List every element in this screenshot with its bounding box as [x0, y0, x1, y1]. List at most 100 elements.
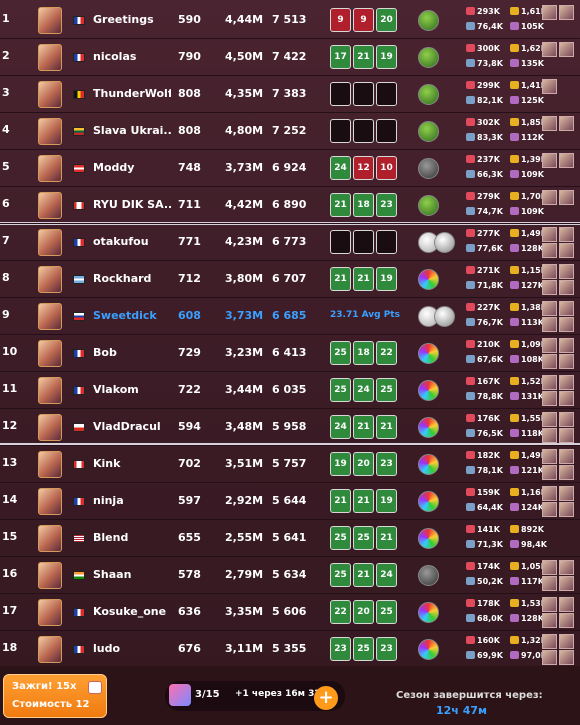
gem-icon: [466, 244, 475, 252]
card-stack[interactable]: [542, 412, 580, 444]
avatar[interactable]: [38, 562, 62, 589]
heart-icon: [466, 525, 475, 533]
player-stat: 82,1K: [466, 96, 503, 105]
player-name[interactable]: Blend: [93, 531, 171, 544]
card-stack[interactable]: [542, 5, 580, 37]
player-name[interactable]: RYU DIK SA...: [93, 198, 171, 211]
avatar[interactable]: [38, 118, 62, 145]
avatar[interactable]: [38, 340, 62, 367]
stat-value: 892K: [521, 525, 544, 534]
card-stack[interactable]: [542, 375, 580, 407]
leaderboard-row[interactable]: 14 ninja 597 2,92M 5 644 21 21 19 159K 1,16M 64,4K…: [0, 483, 580, 520]
leaderboard-row[interactable]: 12 VladDracul 594 3,48M 5 958 24 21 21 176K 1,55M…: [0, 409, 580, 446]
leaderboard-row[interactable]: 2 nicolas 790 4,50M 7 422 17 21 19 300K 1,62M 73,8…: [0, 39, 580, 76]
leaderboard-row[interactable]: 16 Shaan 578 2,79M 5 634 25 21 24 174K 1,05M 50,2K…: [0, 557, 580, 594]
avatar[interactable]: [38, 636, 62, 663]
card-thumbnail: [542, 613, 557, 628]
player-name[interactable]: Greetings: [93, 13, 171, 26]
card-stack[interactable]: [542, 560, 580, 592]
player-name[interactable]: ludo: [93, 642, 171, 655]
stat-value: 76,7K: [477, 318, 503, 327]
crown-icon: [510, 414, 519, 422]
add-energy-button[interactable]: +: [314, 686, 338, 710]
player-name[interactable]: Kink: [93, 457, 171, 470]
player-name[interactable]: Shaan: [93, 568, 171, 581]
card-stack[interactable]: [542, 486, 580, 518]
gem-icon: [466, 133, 475, 141]
avatar[interactable]: [38, 525, 62, 552]
player-stat: 118K: [510, 429, 544, 438]
leaderboard-row[interactable]: 4 Slava Ukrai... 808 4,80M 7 252 302K 1,85M 83,…: [0, 113, 580, 150]
card-stack[interactable]: [542, 264, 580, 296]
player-name[interactable]: Rockhard: [93, 272, 171, 285]
leaderboard-row[interactable]: 1 Greetings 590 4,44M 7 513 9 9 20 293K 1,61M 76,4…: [0, 2, 580, 39]
player-stat: 83,3K: [466, 133, 503, 142]
leaderboard-row[interactable]: 8 Rockhard 712 3,80M 6 707 21 21 19 271K 1,15M 71,…: [0, 261, 580, 298]
card-stack[interactable]: [542, 634, 580, 666]
card-stack[interactable]: [542, 449, 580, 481]
avatar[interactable]: [38, 192, 62, 219]
leaderboard-row[interactable]: 15 Blend 655 2,55M 5 641 25 25 21 141K 892K 71,3K 9…: [0, 520, 580, 557]
avatar[interactable]: [38, 229, 62, 256]
player-name[interactable]: Bob: [93, 346, 171, 359]
leaderboard-row[interactable]: 7 otakufou 771 4,23M 6 773 277K 1,49M 77,6K 128K: [0, 224, 580, 261]
card-stack[interactable]: [542, 42, 580, 74]
rank-number: 2: [2, 49, 10, 62]
match-slots: 25 24 25: [330, 378, 400, 404]
leaderboard-row[interactable]: 9 Sweetdick 608 3,73M 6 685 23.71 Avg Pts 227K…: [0, 298, 580, 335]
avatar[interactable]: [38, 303, 62, 330]
leaderboard-row[interactable]: 18 ludo 676 3,11M 5 355 23 25 23 160K 1,32M 69,9K 9…: [0, 631, 580, 668]
match-slot: [353, 119, 374, 143]
kiss-button[interactable]: Зажги! 15x Стоимость 12: [3, 674, 107, 718]
avatar[interactable]: [38, 414, 62, 441]
stat-value: 141K: [477, 525, 500, 534]
stat-value: 124K: [521, 503, 544, 512]
leaderboard-row[interactable]: 3 ThunderWolf 808 4,35M 7 383 299K 1,41M 82,1K 1…: [0, 76, 580, 113]
leaderboard-row[interactable]: 10 Bob 729 3,23M 6 413 25 18 22 210K 1,09M 67,6K 10…: [0, 335, 580, 372]
avatar[interactable]: [38, 377, 62, 404]
stat-value: 160K: [477, 636, 500, 645]
player-name[interactable]: ninja: [93, 494, 171, 507]
card-stack[interactable]: [542, 338, 580, 370]
avatar[interactable]: [38, 266, 62, 293]
card-stack[interactable]: [542, 79, 580, 111]
player-name[interactable]: Moddy: [93, 161, 171, 174]
match-slots: 24 21 21: [330, 415, 400, 441]
card-stack[interactable]: [542, 116, 580, 148]
player-name[interactable]: otakufou: [93, 235, 171, 248]
crown-icon: [510, 266, 519, 274]
card-thumbnail: [542, 449, 557, 464]
avatar[interactable]: [38, 81, 62, 108]
card-stack[interactable]: [542, 227, 580, 259]
card-stack[interactable]: [542, 190, 580, 222]
card-stack[interactable]: [542, 597, 580, 629]
avatar[interactable]: [38, 599, 62, 626]
player-stat: 176K: [466, 414, 500, 423]
player-name[interactable]: Vlakom: [93, 383, 171, 396]
leaderboard-row[interactable]: 6 RYU DIK SA... 711 4,42M 6 890 21 18 23 279K 1,7…: [0, 187, 580, 224]
card-thumbnail: [559, 317, 574, 332]
leaderboard-row[interactable]: 13 Kink 702 3,51M 5 757 19 20 23 182K 1,49M 78,1K 1…: [0, 446, 580, 483]
avatar[interactable]: [38, 44, 62, 71]
match-slots: 21 21 19: [330, 489, 400, 515]
avatar[interactable]: [38, 7, 62, 34]
card-thumbnail: [542, 354, 557, 369]
card-stack[interactable]: [542, 301, 580, 333]
avatar[interactable]: [38, 488, 62, 515]
player-name[interactable]: Kosuke_one: [93, 605, 171, 618]
match-slot: [330, 82, 351, 106]
player-name[interactable]: Sweetdick: [93, 309, 171, 322]
card-stack[interactable]: [542, 153, 580, 185]
player-name[interactable]: Slava Ukrai...: [93, 124, 171, 137]
leaderboard-row[interactable]: 17 Kosuke_one 636 3,35M 5 606 22 20 25 178K 1,53M…: [0, 594, 580, 631]
leaderboard-row[interactable]: 11 Vlakom 722 3,44M 6 035 25 24 25 167K 1,52M 78,8…: [0, 372, 580, 409]
avatar[interactable]: [38, 451, 62, 478]
avatar[interactable]: [38, 155, 62, 182]
orb-icon: [434, 232, 455, 253]
player-name[interactable]: VladDracul: [93, 420, 171, 433]
player-name[interactable]: nicolas: [93, 50, 171, 63]
stat-value: 71,8K: [477, 281, 503, 290]
player-name[interactable]: ThunderWolf: [93, 87, 171, 100]
leaderboard-row[interactable]: 5 Moddy 748 3,73M 6 924 24 12 10 237K 1,39M 66,3K 1…: [0, 150, 580, 187]
stat-value: 293K: [477, 7, 500, 16]
